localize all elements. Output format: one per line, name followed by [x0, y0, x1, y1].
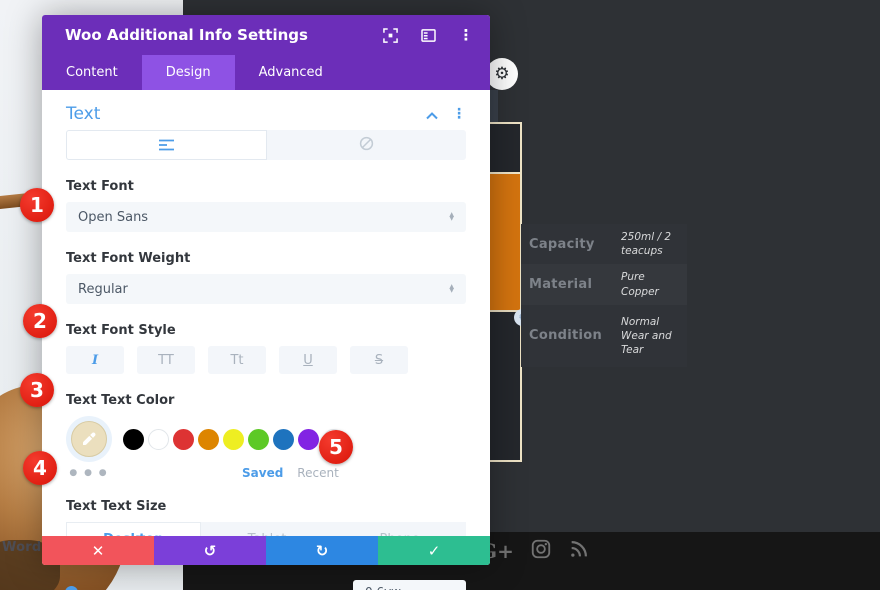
cancel-button[interactable]: ✕: [42, 536, 154, 565]
modal-body: Text ⋮ Text Font Open Sans ▲ ▼ Text Font…: [42, 90, 490, 590]
undo-icon: ↺: [203, 541, 217, 560]
table-row: Condition Normal Wear and Tear: [521, 304, 687, 368]
text-size-slider-row: 0.6vw: [65, 580, 466, 590]
text-font-style-label: Text Font Style: [66, 323, 176, 338]
modal-tab-bar: Content Design Advanced: [42, 55, 490, 90]
color-swatch-blue[interactable]: [273, 428, 294, 450]
row-value: Normal Wear and Tear: [621, 315, 672, 357]
select-arrows-icon: ▲ ▼: [449, 211, 454, 222]
rss-icon[interactable]: [568, 538, 590, 564]
uppercase-style-button[interactable]: TT: [137, 346, 195, 374]
settings-mode-toggle: [66, 130, 466, 160]
annotation-badge-5: 5: [319, 430, 353, 464]
redo-icon: ↻: [315, 541, 329, 560]
text-text-color-label: Text Text Color: [66, 393, 175, 408]
check-icon: ✓: [427, 541, 441, 560]
font-style-buttons: I TT Tt U S: [66, 346, 466, 374]
text-font-label: Text Font: [66, 179, 134, 194]
select-arrows-icon: ▲ ▼: [449, 283, 454, 294]
module-settings-gear-button[interactable]: ⚙: [486, 58, 518, 90]
text-font-select[interactable]: Open Sans ▲ ▼: [66, 202, 466, 232]
swatch-tabs: Saved Recent: [242, 466, 339, 480]
row-label: Condition: [529, 328, 603, 344]
text-font-weight-value: Regular: [78, 281, 128, 297]
color-swatch-green[interactable]: [248, 428, 269, 450]
annotation-badge-4: 4: [23, 451, 57, 485]
modal-footer: ✕ ↺ ↻ ✓: [42, 536, 490, 565]
tab-design[interactable]: Design: [141, 55, 235, 90]
text-align-icon: [158, 136, 175, 155]
woo-additional-info-settings-modal: Woo Additional Info Settings ⋮ Content D…: [42, 15, 490, 590]
eyedropper-button[interactable]: [66, 416, 112, 462]
modal-title: Woo Additional Info Settings: [65, 26, 308, 44]
modal-header[interactable]: Woo Additional Info Settings ⋮: [42, 15, 490, 55]
hover-settings-toggle[interactable]: [267, 130, 466, 160]
undo-button[interactable]: ↺: [154, 536, 266, 565]
chevron-up-icon[interactable]: [426, 105, 438, 124]
color-swatch-red[interactable]: [173, 428, 194, 450]
color-swatch-black[interactable]: [123, 428, 144, 450]
italic-style-button[interactable]: I: [66, 346, 124, 374]
text-text-size-label: Text Text Size: [66, 499, 167, 514]
tab-content[interactable]: Content: [42, 55, 142, 90]
annotation-badge-3: 3: [20, 373, 54, 407]
dock-panel-icon[interactable]: [420, 27, 436, 43]
instagram-icon[interactable]: [530, 538, 552, 564]
text-font-weight-select[interactable]: Regular ▲ ▼: [66, 274, 466, 304]
color-swatches: [123, 428, 344, 450]
additional-info-table: Capacity 250ml / 2 teacups Material Pure…: [521, 224, 687, 368]
modal-header-icons: ⋮: [382, 27, 474, 43]
text-section-header[interactable]: Text ⋮: [66, 90, 466, 124]
saved-swatches-link[interactable]: Saved: [242, 466, 283, 480]
text-settings-toggle[interactable]: [66, 130, 267, 160]
smallcaps-style-button[interactable]: Tt: [208, 346, 266, 374]
row-label: Capacity: [529, 236, 595, 252]
row-value: Pure Copper: [621, 271, 659, 298]
text-size-input[interactable]: 0.6vw: [353, 580, 466, 590]
close-icon: ✕: [91, 541, 105, 560]
color-swatch-purple[interactable]: [298, 428, 319, 450]
strikethrough-style-button[interactable]: S: [350, 346, 408, 374]
tab-advanced[interactable]: Advanced: [235, 55, 347, 90]
row-value: 250ml / 2 teacups: [621, 231, 672, 258]
more-colors-icon[interactable]: ● ● ●: [66, 468, 112, 478]
redo-button[interactable]: ↻: [266, 536, 378, 565]
color-picker-row: [66, 416, 466, 462]
color-swatch-yellow[interactable]: [223, 428, 244, 450]
color-meta-row: ● ● ● Saved Recent: [66, 466, 466, 480]
link-icon: [359, 136, 374, 155]
slider-handle[interactable]: [65, 585, 78, 590]
color-swatch-orange[interactable]: [198, 428, 219, 450]
table-row: Material Pure Copper: [521, 264, 687, 305]
recent-swatches-link[interactable]: Recent: [297, 466, 338, 480]
text-font-weight-label: Text Font Weight: [66, 251, 191, 266]
eyedropper-icon: [83, 432, 96, 445]
eyedropper-circle: [71, 421, 107, 457]
gear-icon: ⚙: [494, 64, 510, 84]
save-button[interactable]: ✓: [378, 536, 490, 565]
row-label: Material: [529, 277, 593, 293]
annotation-badge-2: 2: [23, 304, 57, 338]
section-title: Text: [66, 104, 101, 124]
underline-style-button[interactable]: U: [279, 346, 337, 374]
screenshot-root: WordPre ⚙ ⚙ Capacity 250ml / 2 teacups M…: [0, 0, 880, 590]
social-icons-row: G+: [480, 538, 590, 564]
annotation-badge-1: 1: [20, 188, 54, 222]
color-swatch-white[interactable]: [148, 428, 169, 450]
expand-modal-icon[interactable]: [382, 27, 398, 43]
section-options-icon[interactable]: ⋮: [452, 106, 466, 122]
text-font-value: Open Sans: [78, 209, 149, 225]
table-row: Capacity 250ml / 2 teacups: [521, 224, 687, 265]
section-header-icons: ⋮: [426, 105, 466, 124]
more-options-icon[interactable]: ⋮: [458, 27, 474, 43]
